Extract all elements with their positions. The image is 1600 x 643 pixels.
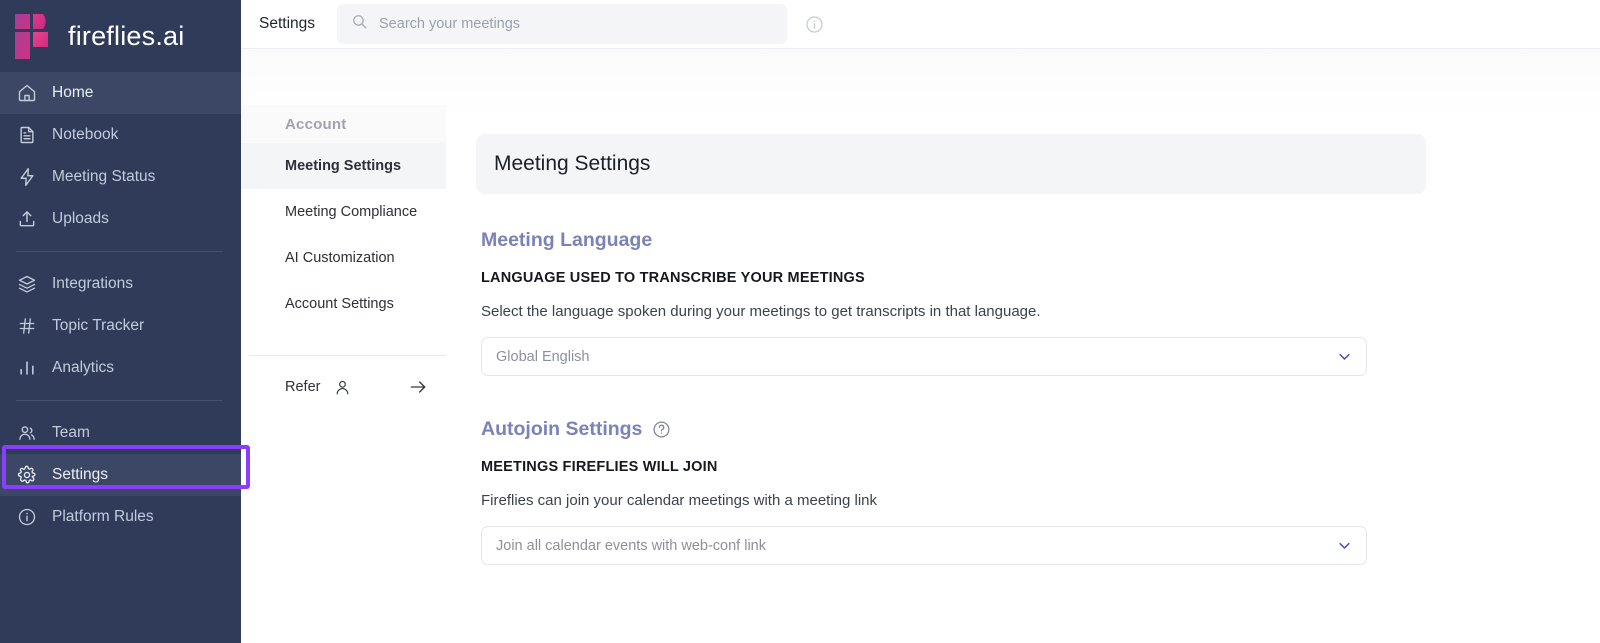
settings-nav-item-label: Meeting Settings xyxy=(285,158,402,174)
section-heading: Autojoin Settings xyxy=(481,418,1367,441)
chevron-down-icon xyxy=(1337,538,1352,553)
chevron-down-icon xyxy=(1337,349,1352,364)
sidebar-item-label: Integrations xyxy=(52,275,133,292)
arrow-right-icon xyxy=(408,377,428,397)
section-heading-text: Meeting Language xyxy=(481,229,653,251)
sidebar-item-topic-tracker[interactable]: Topic Tracker xyxy=(0,305,241,347)
hash-icon xyxy=(16,315,38,337)
sidebar-item-label: Team xyxy=(52,424,90,441)
settings-main-panel: Meeting Settings Meeting Language LANGUA… xyxy=(446,49,1600,643)
section-meeting-language: Meeting Language LANGUAGE USED TO TRANSC… xyxy=(481,229,1367,376)
settings-nav-group-header: Account xyxy=(241,105,446,143)
sidebar-item-label: Topic Tracker xyxy=(52,317,145,334)
brand[interactable]: fireflies.ai xyxy=(0,0,241,72)
sidebar-item-label: Uploads xyxy=(52,210,109,227)
sidebar-item-label: Meeting Status xyxy=(52,168,156,185)
section-description: Select the language spoken during your m… xyxy=(481,303,1041,320)
sidebar-divider-1 xyxy=(16,251,223,252)
sidebar-item-label: Settings xyxy=(52,466,109,483)
main-sidebar: fireflies.ai Home Notebook Meeting Statu… xyxy=(0,0,250,643)
language-select-value: Global English xyxy=(496,348,590,365)
section-description: Fireflies can join your calendar meeting… xyxy=(481,492,878,509)
search-icon xyxy=(351,13,368,35)
section-heading-text: Autojoin Settings xyxy=(481,418,643,440)
brand-name: fireflies.ai xyxy=(68,20,185,51)
autojoin-select[interactable]: Join all calendar events with web-conf l… xyxy=(481,526,1367,565)
sidebar-item-team[interactable]: Team xyxy=(0,412,241,454)
settings-nav-item-label: Account Settings xyxy=(285,296,394,312)
search-input[interactable] xyxy=(379,16,774,32)
bar-chart-icon xyxy=(16,357,38,379)
sidebar-item-home[interactable]: Home xyxy=(0,72,241,114)
fireflies-logo-icon xyxy=(14,13,56,66)
sidebar-item-label: Notebook xyxy=(52,126,119,143)
layers-icon xyxy=(16,273,38,295)
section-heading: Meeting Language xyxy=(481,229,1367,252)
home-icon xyxy=(16,82,38,104)
sidebar-group-workspace: Integrations Topic Tracker Analytics xyxy=(0,263,241,389)
section-autojoin-settings: Autojoin Settings MEETINGS FIREFLIES WIL… xyxy=(481,418,1367,565)
sidebar-item-uploads[interactable]: Uploads xyxy=(0,198,241,240)
settings-nav: Account Meeting Settings Meeting Complia… xyxy=(241,49,446,643)
sidebar-divider-2 xyxy=(16,400,223,401)
search-box[interactable] xyxy=(337,4,788,44)
sidebar-item-settings[interactable]: Settings xyxy=(0,454,241,496)
people-icon xyxy=(16,422,38,444)
settings-layout: Account Meeting Settings Meeting Complia… xyxy=(241,49,1600,643)
page-title: Settings xyxy=(259,15,316,32)
panel-title: Meeting Settings xyxy=(494,152,651,175)
settings-nav-item-label: AI Customization xyxy=(285,250,395,266)
settings-nav-item-ai-customization[interactable]: AI Customization xyxy=(241,235,446,281)
section-label: LANGUAGE USED TO TRANSCRIBE YOUR MEETING… xyxy=(481,270,865,286)
notebook-icon xyxy=(16,124,38,146)
sidebar-item-integrations[interactable]: Integrations xyxy=(0,263,241,305)
sidebar-item-analytics[interactable]: Analytics xyxy=(0,347,241,389)
gear-icon xyxy=(16,464,38,486)
question-circle-icon[interactable] xyxy=(652,420,671,439)
autojoin-select-value: Join all calendar events with web-conf l… xyxy=(496,537,766,554)
sidebar-item-label: Platform Rules xyxy=(52,508,154,525)
lightning-icon xyxy=(16,166,38,188)
info-circle-icon[interactable] xyxy=(803,13,825,35)
app-root: fireflies.ai Home Notebook Meeting Statu… xyxy=(0,0,1600,643)
sidebar-item-label: Analytics xyxy=(52,359,115,376)
sidebar-group-primary: Home Notebook Meeting Status Uploads xyxy=(0,72,241,240)
top-bar: Settings xyxy=(241,0,1600,49)
sidebar-item-platform-rules[interactable]: Platform Rules xyxy=(0,496,241,538)
language-select[interactable]: Global English xyxy=(481,337,1367,376)
settings-nav-item-account-settings[interactable]: Account Settings xyxy=(241,281,446,327)
person-icon xyxy=(334,379,351,396)
settings-nav-item-label: Meeting Compliance xyxy=(285,204,418,220)
info-circle-icon xyxy=(16,506,38,528)
settings-nav-item-meeting-settings[interactable]: Meeting Settings xyxy=(241,143,446,189)
sidebar-item-label: Home xyxy=(52,84,94,101)
content-region: Settings Account Mee xyxy=(241,0,1600,643)
refer-row[interactable]: Refer xyxy=(241,356,446,418)
upload-icon xyxy=(16,208,38,230)
sidebar-item-notebook[interactable]: Notebook xyxy=(0,114,241,156)
settings-nav-item-meeting-compliance[interactable]: Meeting Compliance xyxy=(241,189,446,235)
refer-label: Refer xyxy=(285,379,321,395)
panel-header: Meeting Settings xyxy=(476,134,1426,194)
sidebar-item-meeting-status[interactable]: Meeting Status xyxy=(0,156,241,198)
sidebar-group-admin: Team Settings Platform Rules xyxy=(0,412,241,538)
section-label: MEETINGS FIREFLIES WILL JOIN xyxy=(481,459,718,475)
